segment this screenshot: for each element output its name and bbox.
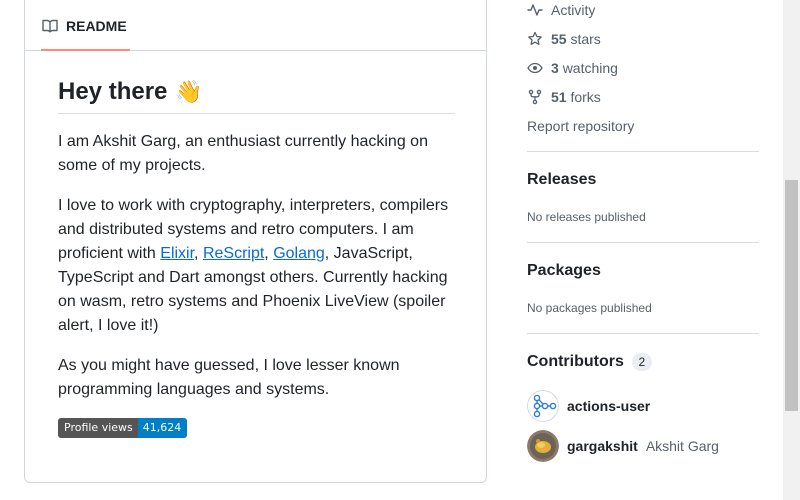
readme-tab[interactable]: README <box>41 16 130 51</box>
watching-count: 3 <box>551 60 559 76</box>
readme-panel: README Hey there 👋 I am Akshit Garg, an … <box>24 0 487 483</box>
intro-paragraph: I am Akshit Garg, an enthusiast currentl… <box>58 133 428 174</box>
golang-link[interactable]: Golang <box>273 245 325 262</box>
releases-note: No releases published <box>527 210 646 224</box>
contributor-login[interactable]: gargakshit <box>567 438 638 454</box>
contributor-login[interactable]: actions-user <box>567 398 650 414</box>
separator: , <box>264 245 274 262</box>
wave-emoji: 👋 <box>175 79 203 104</box>
sidebar-divider <box>527 151 759 152</box>
skills-paragraph: I love to work with cryptography, interp… <box>58 194 455 338</box>
eye-icon <box>527 60 543 76</box>
pulse-icon <box>527 2 543 18</box>
badge-label: Profile views <box>58 418 138 438</box>
watching-label: watching <box>562 60 618 76</box>
fork-icon <box>527 89 543 105</box>
packages-heading[interactable]: Packages <box>527 260 601 282</box>
stars-label: stars <box>570 31 601 47</box>
readme-content: Hey there 👋 I am Akshit Garg, an enthusi… <box>58 77 455 438</box>
contributors-heading[interactable]: Contributors 2 <box>527 351 652 373</box>
stars-link[interactable]: 55 stars <box>527 29 601 49</box>
readme-tab-label: README <box>66 18 127 34</box>
badge-value: 41,624 <box>137 418 188 438</box>
readme-heading-text: Hey there <box>58 78 168 105</box>
contributor-item[interactable]: gargakshit Akshit Garg <box>527 430 719 462</box>
packages-note: No packages published <box>527 301 652 315</box>
elixir-link[interactable]: Elixir <box>160 245 194 262</box>
scrollbar-thumb[interactable] <box>785 180 798 411</box>
star-icon <box>527 31 543 47</box>
contributors-title: Contributors <box>527 353 624 370</box>
activity-label: Activity <box>551 2 596 18</box>
profile-views-badge[interactable]: Profile views 41,624 <box>58 418 188 438</box>
page-scrollbar[interactable] <box>783 0 800 500</box>
contributors-count: 2 <box>631 353 652 371</box>
stars-count: 55 <box>551 31 567 47</box>
sidebar-divider <box>527 333 759 334</box>
closing-paragraph: As you might have guessed, I love lesser… <box>58 357 400 398</box>
forks-count: 51 <box>551 89 567 105</box>
sidebar-divider <box>527 242 759 243</box>
avatar[interactable] <box>527 430 559 462</box>
separator: , <box>194 245 203 262</box>
avatar[interactable] <box>527 390 559 422</box>
report-repository-link[interactable]: Report repository <box>527 116 634 136</box>
contributor-full-name: Akshit Garg <box>645 438 719 454</box>
activity-link[interactable]: Activity <box>527 0 595 20</box>
watchers-link[interactable]: 3 watching <box>527 58 618 78</box>
releases-heading[interactable]: Releases <box>527 169 596 191</box>
rescript-link[interactable]: ReScript <box>203 245 264 262</box>
book-icon <box>42 18 58 34</box>
forks-label: forks <box>570 89 601 105</box>
readme-tabbar: README <box>25 0 486 51</box>
contributor-item[interactable]: actions-user <box>527 390 650 422</box>
forks-link[interactable]: 51 forks <box>527 87 601 107</box>
readme-heading: Hey there 👋 <box>58 77 455 114</box>
